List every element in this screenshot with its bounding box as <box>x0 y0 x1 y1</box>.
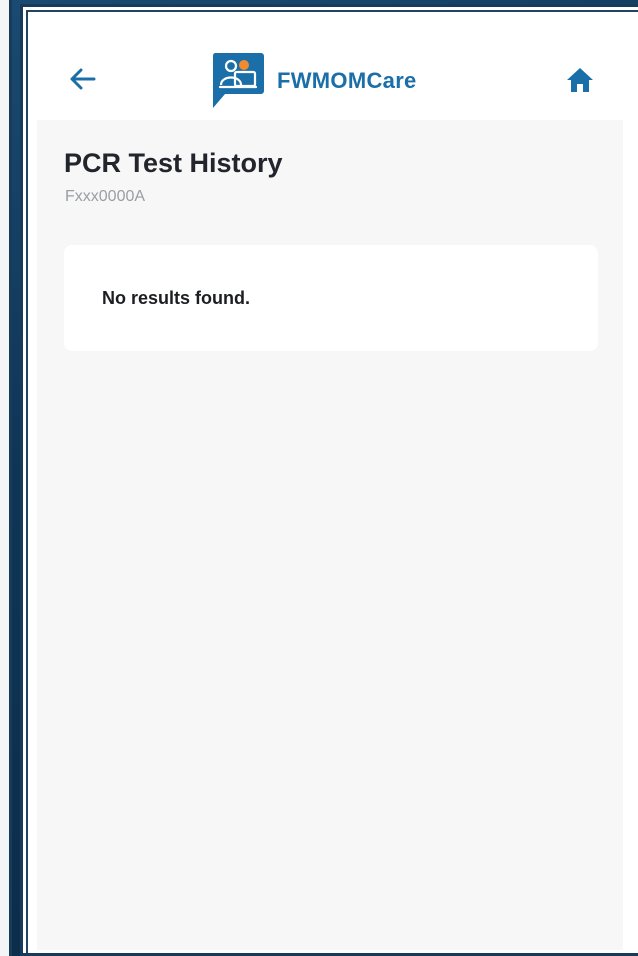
home-icon <box>565 66 595 99</box>
bottom-edge <box>28 950 638 953</box>
adjacent-screen-edge <box>0 0 12 956</box>
phone-frame: FWMOMCare PCR Test History Fxxx0000A No … <box>20 4 638 956</box>
main-content: PCR Test History Fxxx0000A No results fo… <box>37 120 623 950</box>
people-chat-logo-icon <box>211 51 265 109</box>
back-button[interactable] <box>66 64 100 98</box>
worker-id: Fxxx0000A <box>65 188 146 205</box>
app-name: FWMOMCare <box>277 68 417 93</box>
arrow-left-icon <box>70 68 96 95</box>
app-header: FWMOMCare <box>28 12 638 120</box>
brand: FWMOMCare <box>211 50 417 110</box>
page-title: PCR Test History <box>64 148 283 178</box>
results-card: No results found. <box>64 245 598 351</box>
app-screen: FWMOMCare PCR Test History Fxxx0000A No … <box>26 10 638 953</box>
content-edge <box>623 120 638 950</box>
empty-results-message: No results found. <box>102 288 250 308</box>
home-button[interactable] <box>560 62 600 102</box>
